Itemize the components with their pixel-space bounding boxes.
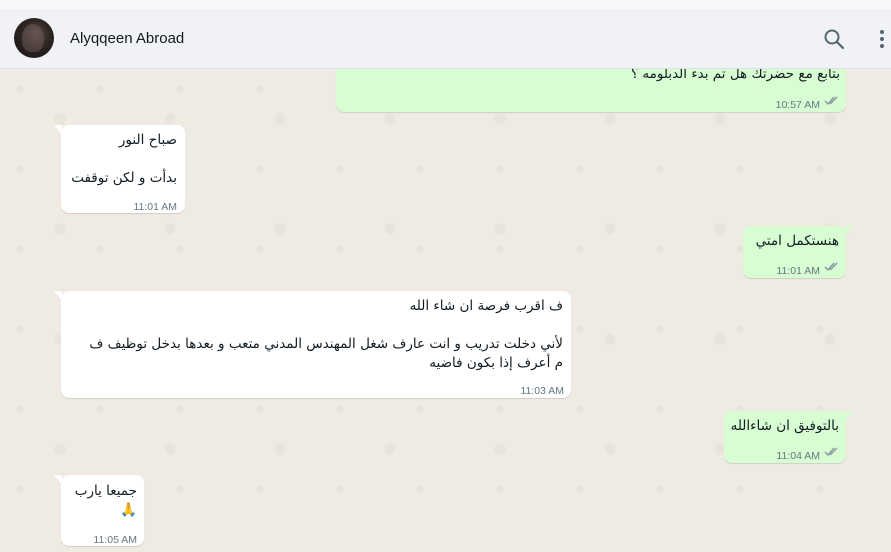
message-time: 11:03 AM bbox=[520, 385, 564, 397]
incoming-message[interactable]: ف اقرب فرصة ان شاء الله لأني دخلت تدريب … bbox=[54, 291, 571, 398]
message-time: 11:01 AM bbox=[133, 201, 177, 213]
contact-avatar[interactable] bbox=[14, 18, 54, 58]
message-time: 11:01 AM bbox=[776, 265, 820, 277]
search-icon[interactable] bbox=[822, 27, 846, 51]
more-vertical-icon[interactable] bbox=[872, 27, 891, 51]
message-text: صباح النور بدأت و لكن توقفت bbox=[71, 132, 177, 186]
bubble-tail bbox=[54, 475, 62, 485]
message-text: جميعا يارب 🙏 bbox=[74, 483, 137, 518]
contact-name[interactable]: Alyqqeen Abroad bbox=[70, 30, 184, 47]
message-text: بتابع مع حضرتك هل تم بدء الدبلومه ؟ bbox=[630, 69, 840, 82]
message-time: 10:57 AM bbox=[775, 99, 820, 111]
bubble-tail bbox=[845, 226, 853, 236]
message-text: ف اقرب فرصة ان شاء الله لأني دخلت تدريب … bbox=[89, 298, 563, 371]
message-time: 11:04 AM bbox=[776, 450, 820, 462]
read-receipt-icon bbox=[824, 447, 838, 457]
chat-conversation[interactable]: بتابع مع حضرتك هل تم بدء الدبلومه ؟ 10:5… bbox=[0, 69, 891, 552]
outgoing-message[interactable]: بتابع مع حضرتك هل تم بدء الدبلومه ؟ 10:5… bbox=[336, 69, 846, 112]
chat-header: Alyqqeen Abroad bbox=[0, 9, 891, 69]
message-text: هنستكمل امتي bbox=[755, 233, 839, 249]
message-text: بالتوفيق ان شاءالله bbox=[730, 418, 839, 434]
read-receipt-icon bbox=[824, 96, 838, 106]
bubble-tail bbox=[54, 125, 62, 135]
incoming-message[interactable]: جميعا يارب 🙏 11:05 AM bbox=[54, 475, 144, 546]
message-time: 11:05 AM bbox=[93, 534, 137, 546]
outgoing-message[interactable]: هنستكمل امتي 11:01 AM bbox=[743, 226, 853, 278]
bubble-tail bbox=[54, 291, 62, 301]
incoming-message[interactable]: صباح النور بدأت و لكن توقفت 11:01 AM bbox=[54, 125, 185, 213]
read-receipt-icon bbox=[824, 262, 838, 272]
outgoing-message[interactable]: بالتوفيق ان شاءالله 11:04 AM bbox=[724, 411, 853, 463]
bubble-tail bbox=[845, 411, 853, 421]
